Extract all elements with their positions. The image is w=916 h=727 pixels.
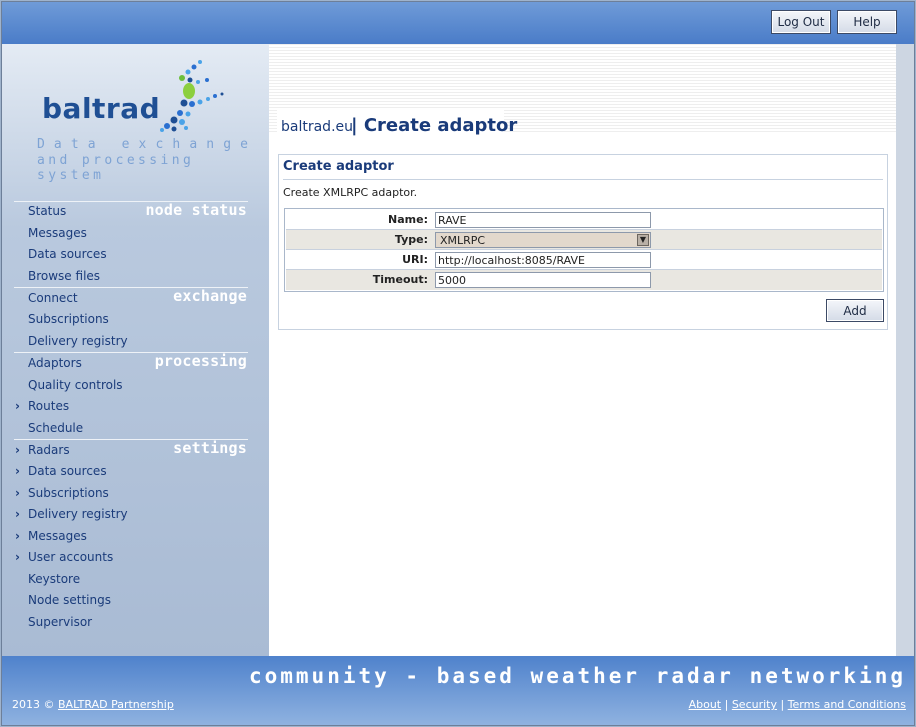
- baltrad-partnership-link[interactable]: BALTRAD Partnership: [58, 698, 174, 711]
- terms-link[interactable]: Terms and Conditions: [788, 698, 906, 711]
- main-content: baltrad.eu | Create adaptor Create adapt…: [269, 44, 914, 656]
- panel-description: Create XMLRPC adaptor.: [283, 186, 418, 199]
- nav-item-data-sources[interactable]: Data sources: [28, 247, 107, 261]
- nav-item-messages[interactable]: Messages: [28, 226, 87, 240]
- nav-item-routes[interactable]: Routes: [28, 399, 69, 413]
- name-input[interactable]: [435, 212, 651, 228]
- nav-item-settings-subscriptions[interactable]: Subscriptions: [28, 486, 109, 500]
- link-separator: |: [724, 698, 732, 711]
- security-link[interactable]: Security: [732, 698, 777, 711]
- nav-item-adaptors[interactable]: Adaptors: [28, 356, 82, 370]
- baltrad-logo-icon: [160, 60, 224, 132]
- name-label: Name:: [388, 213, 428, 226]
- footer: community - based weather radar networki…: [2, 656, 914, 725]
- timeout-label: Timeout:: [372, 273, 428, 286]
- brand-tagline-line2: and processing system: [37, 153, 195, 183]
- nav-item-settings-delivery-registry[interactable]: Delivery registry: [28, 507, 128, 521]
- dropdown-arrow-icon[interactable]: ▼: [637, 234, 649, 246]
- help-button[interactable]: Help: [837, 10, 897, 34]
- chevron-right-icon: ›: [15, 399, 20, 413]
- top-bar: Log Out Help: [2, 2, 914, 44]
- create-adaptor-panel: Create adaptor Create XMLRPC adaptor. Na…: [278, 154, 888, 330]
- footer-tagline: community - based weather radar networki…: [248, 664, 906, 688]
- nav-item-user-accounts[interactable]: User accounts: [28, 550, 113, 564]
- uri-input[interactable]: [435, 252, 651, 268]
- form-row-timeout: Timeout:: [286, 270, 882, 290]
- section-title-processing: processing: [154, 352, 247, 370]
- logout-button[interactable]: Log Out: [771, 10, 831, 34]
- nav-item-subscriptions[interactable]: Subscriptions: [28, 312, 109, 326]
- type-label: Type:: [394, 233, 428, 246]
- form-row-type: Type: XMLRPC ▼: [286, 230, 882, 250]
- timeout-input[interactable]: [435, 272, 651, 288]
- section-title-node-status: node status: [145, 201, 247, 219]
- section-title-exchange: exchange: [173, 287, 247, 305]
- type-select-value: XMLRPC: [440, 234, 486, 247]
- nav-item-quality-controls[interactable]: Quality controls: [28, 378, 123, 392]
- panel-divider: [283, 179, 883, 180]
- nav-item-settings-messages[interactable]: Messages: [28, 529, 87, 543]
- nav-item-radars[interactable]: Radars: [28, 443, 70, 457]
- type-select[interactable]: XMLRPC ▼: [435, 232, 651, 248]
- about-link[interactable]: About: [689, 698, 722, 711]
- nav-item-supervisor[interactable]: Supervisor: [28, 615, 92, 629]
- nav-item-node-settings[interactable]: Node settings: [28, 593, 111, 607]
- chevron-right-icon: ›: [15, 550, 20, 564]
- nav-item-connect[interactable]: Connect: [28, 291, 78, 305]
- right-gutter: [896, 44, 914, 656]
- add-button[interactable]: Add: [826, 299, 884, 322]
- adaptor-form: Name: Type: XMLRPC ▼ URI: Timeout:: [284, 208, 884, 292]
- sidebar: baltrad Data exchange and processing sys…: [2, 44, 269, 656]
- chevron-right-icon: ›: [15, 486, 20, 500]
- footer-links: About | Security | Terms and Conditions: [689, 698, 906, 711]
- section-title-settings: settings: [173, 439, 247, 457]
- nav-item-status[interactable]: Status: [28, 204, 66, 218]
- copyright-prefix: 2013 ©: [12, 698, 55, 711]
- form-row-uri: URI:: [286, 250, 882, 270]
- nav-item-delivery-registry[interactable]: Delivery registry: [28, 334, 128, 348]
- nav-item-keystore[interactable]: Keystore: [28, 572, 80, 586]
- link-separator: |: [780, 698, 788, 711]
- chevron-right-icon: ›: [15, 443, 20, 457]
- brand-name: baltrad: [42, 92, 161, 125]
- nav-item-settings-data-sources[interactable]: Data sources: [28, 464, 107, 478]
- chevron-right-icon: ›: [15, 529, 20, 543]
- breadcrumb[interactable]: baltrad.eu: [281, 119, 353, 135]
- uri-label: URI:: [402, 253, 428, 266]
- form-row-name: Name:: [286, 210, 882, 230]
- chevron-right-icon: ›: [15, 507, 20, 521]
- panel-title: Create adaptor: [283, 159, 394, 174]
- app-window: Log Out Help baltrad Data exchange and p…: [1, 1, 915, 726]
- nav-item-browse-files[interactable]: Browse files: [28, 269, 100, 283]
- nav-item-schedule[interactable]: Schedule: [28, 421, 83, 435]
- brand-tagline-line1: Data exchange: [37, 137, 258, 152]
- page-title: | Create adaptor: [351, 115, 518, 136]
- chevron-right-icon: ›: [15, 464, 20, 478]
- copyright: 2013 © BALTRAD Partnership: [12, 698, 174, 711]
